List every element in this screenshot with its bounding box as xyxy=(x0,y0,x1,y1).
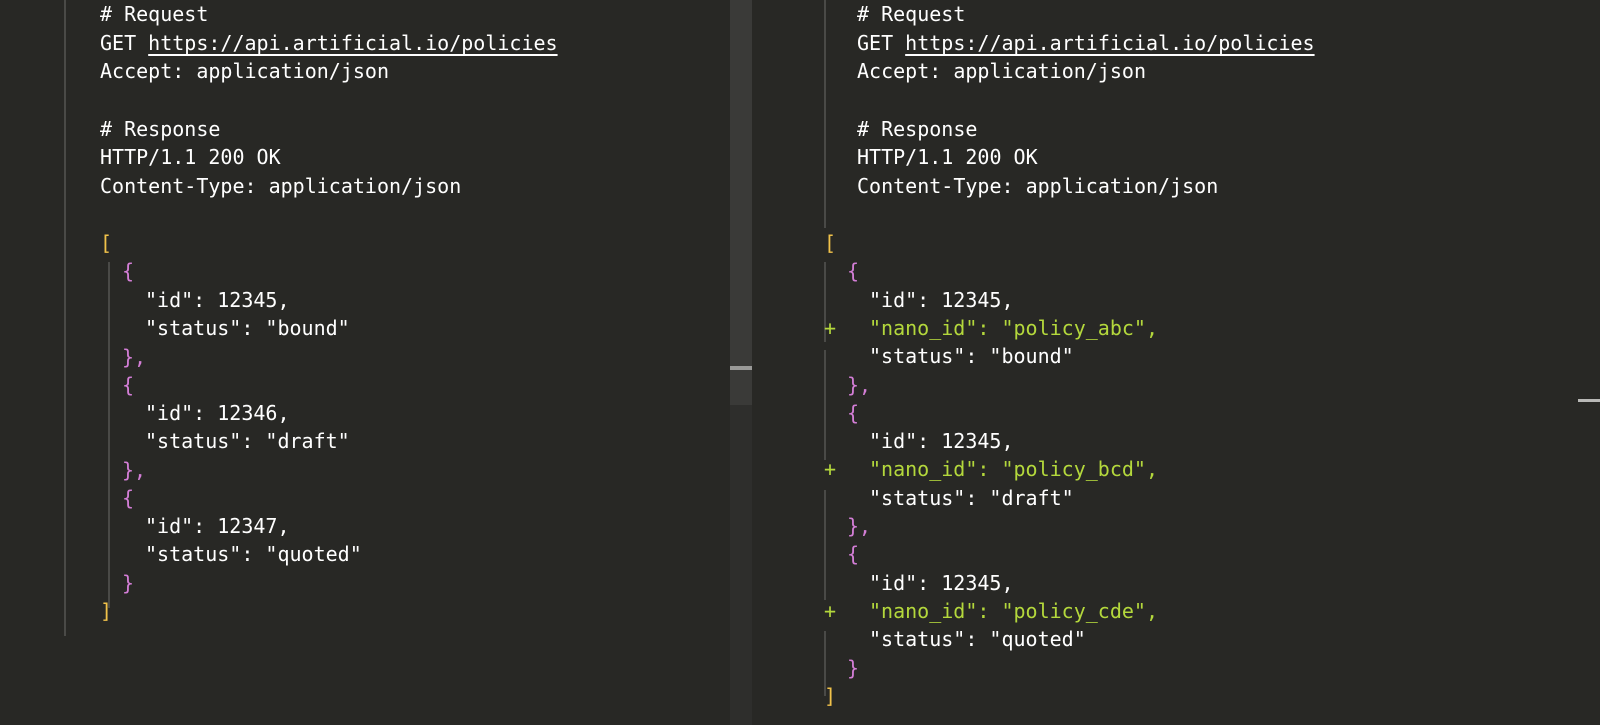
indent-guide xyxy=(824,490,826,600)
added-line-marker: + xyxy=(824,316,837,340)
indent-guide xyxy=(64,0,66,636)
array-close-bracket: ] xyxy=(824,684,837,708)
object-close-brace: } xyxy=(122,571,135,595)
request-url-link[interactable]: https://api.artificial.io/policies xyxy=(148,31,557,55)
array-close-bracket: ] xyxy=(100,599,113,623)
request-comment: # Request xyxy=(100,2,209,26)
content-type-header: Content-Type: application/json xyxy=(857,174,1219,198)
response-status: HTTP/1.1 200 OK xyxy=(100,145,281,169)
object-open-brace: { xyxy=(847,401,860,425)
http-method: GET xyxy=(857,31,894,55)
object-open-brace: { xyxy=(122,259,135,283)
added-line-marker: + xyxy=(824,457,837,481)
scrollbar-track[interactable] xyxy=(730,0,752,405)
status-field: "status": "draft" xyxy=(869,486,1074,510)
object-open-brace: { xyxy=(847,259,860,283)
object-open-brace: { xyxy=(847,542,860,566)
object-close-brace: }, xyxy=(122,345,147,369)
object-close-brace: }, xyxy=(847,514,872,538)
original-pane[interactable]: # Request GET https://api.artificial.io/… xyxy=(0,0,730,725)
modified-pane[interactable]: # Request GET https://api.artificial.io/… xyxy=(752,0,1600,725)
nano-id-field: "nano_id": "policy_abc", xyxy=(869,316,1158,340)
array-open-bracket: [ xyxy=(100,231,113,255)
response-comment: # Response xyxy=(857,117,978,141)
accept-header: Accept: application/json xyxy=(857,59,1146,83)
id-field: "id": 12345, xyxy=(869,429,1014,453)
nano-id-field: "nano_id": "policy_cde", xyxy=(869,599,1158,623)
request-line: GET https://api.artificial.io/policies xyxy=(100,31,558,55)
added-line-marker: + xyxy=(824,599,837,623)
status-field: "status": "bound" xyxy=(145,316,350,340)
indent-guide xyxy=(108,262,110,608)
id-field: "id": 12347, xyxy=(145,514,290,538)
id-field: "id": 12346, xyxy=(145,401,290,425)
status-field: "status": "draft" xyxy=(145,429,350,453)
status-field: "status": "quoted" xyxy=(145,542,362,566)
http-method: GET xyxy=(100,31,137,55)
pane-splitter[interactable] xyxy=(730,0,752,725)
indent-guide xyxy=(824,0,826,228)
object-open-brace: { xyxy=(122,373,135,397)
id-field: "id": 12345, xyxy=(869,571,1014,595)
request-comment: # Request xyxy=(857,2,966,26)
diff-viewer: # Request GET https://api.artificial.io/… xyxy=(0,0,1600,725)
id-field: "id": 12345, xyxy=(869,288,1014,312)
scrollbar-thumb[interactable] xyxy=(730,366,752,370)
indent-guide xyxy=(824,350,826,460)
id-field: "id": 12345, xyxy=(145,288,290,312)
request-line: GET https://api.artificial.io/policies xyxy=(857,31,1315,55)
object-close-brace: }, xyxy=(847,373,872,397)
overview-ruler-marker[interactable] xyxy=(1578,399,1600,402)
content-type-header: Content-Type: application/json xyxy=(100,174,462,198)
status-field: "status": "bound" xyxy=(869,344,1074,368)
response-status: HTTP/1.1 200 OK xyxy=(857,145,1038,169)
response-comment: # Response xyxy=(100,117,221,141)
accept-header: Accept: application/json xyxy=(100,59,389,83)
status-field: "status": "quoted" xyxy=(869,627,1086,651)
object-close-brace: } xyxy=(847,656,860,680)
array-open-bracket: [ xyxy=(824,231,837,255)
request-url-link[interactable]: https://api.artificial.io/policies xyxy=(905,31,1314,55)
object-open-brace: { xyxy=(122,486,135,510)
object-close-brace: }, xyxy=(122,458,147,482)
nano-id-field: "nano_id": "policy_bcd", xyxy=(869,457,1158,481)
